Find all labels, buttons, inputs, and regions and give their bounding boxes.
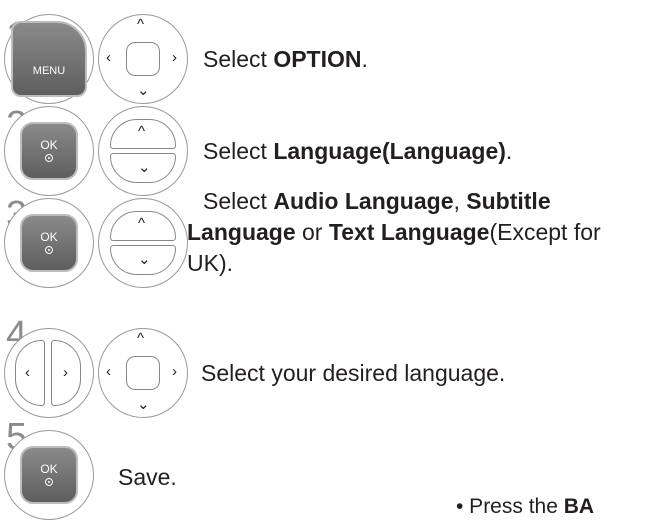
- up-down-keys[interactable]: ^ ⌄: [98, 106, 188, 196]
- left-right-keys[interactable]: ‹ ›: [4, 328, 94, 418]
- up-key[interactable]: ^: [110, 119, 176, 149]
- up-down-keys[interactable]: ^ ⌄: [98, 198, 188, 288]
- nav-center-button[interactable]: [126, 42, 160, 76]
- text-part: Select: [203, 46, 274, 72]
- ok-key[interactable]: OK: [20, 446, 78, 504]
- text-part-bold: OPTION: [273, 46, 362, 72]
- step-4-text: Select your desired language.: [201, 358, 505, 389]
- ok-key-label: OK: [40, 230, 58, 244]
- left-arrow-icon: ‹: [106, 363, 111, 380]
- ok-key-label: OK: [40, 138, 58, 152]
- text-part: Select your desired language.: [201, 360, 506, 386]
- ok-dot-icon: [45, 478, 53, 486]
- right-arrow-icon: ›: [63, 364, 68, 381]
- left-arrow-icon: ‹: [25, 364, 30, 381]
- step-4: 4 ‹ › ^ ⌄ ‹ › Select your desired langua…: [0, 308, 649, 418]
- step-5-text: Save.: [118, 462, 177, 493]
- ok-key[interactable]: OK: [20, 122, 78, 180]
- up-arrow-icon: ^: [138, 215, 146, 232]
- text-part: Select: [203, 188, 274, 214]
- up-arrow-icon: ^: [137, 330, 145, 347]
- text-part-bold: Text Language: [328, 219, 490, 245]
- text-part: Select: [203, 138, 274, 164]
- text-part-bold: Audio Language: [273, 188, 454, 214]
- right-key[interactable]: ›: [51, 340, 81, 406]
- text-part: ,: [453, 188, 467, 214]
- up-arrow-icon: ^: [137, 16, 145, 33]
- nav-center-button[interactable]: [126, 356, 160, 390]
- text-part: or: [295, 219, 329, 245]
- left-key[interactable]: ‹: [15, 340, 45, 406]
- footer-note-prefix: • Press the: [456, 495, 564, 518]
- navigation-pad[interactable]: ^ ⌄ ‹ ›: [98, 14, 188, 104]
- text-part: .: [361, 46, 368, 72]
- menu-key-label: MENU: [32, 65, 66, 77]
- step-2-text: Select Language(Language).: [203, 136, 512, 167]
- text-part: Save.: [118, 464, 177, 490]
- text-part: .: [505, 138, 513, 164]
- right-arrow-icon: ›: [172, 49, 177, 66]
- footer-note-bold: BA: [563, 495, 595, 518]
- ok-key[interactable]: OK: [20, 214, 78, 272]
- footer-note: • Press the BA: [456, 495, 594, 519]
- down-key[interactable]: ⌄: [110, 245, 176, 275]
- ok-dot-icon: [45, 154, 53, 162]
- step-1: 1 MENU ^ ⌄ ‹ › Select OPTION.: [0, 0, 649, 104]
- right-arrow-icon: ›: [172, 363, 177, 380]
- down-arrow-icon: ⌄: [138, 251, 151, 268]
- ok-key-label: OK: [40, 462, 58, 476]
- up-arrow-icon: ^: [138, 123, 146, 140]
- left-arrow-icon: ‹: [106, 49, 111, 66]
- menu-key[interactable]: MENU: [11, 21, 87, 97]
- step-1-text: Select OPTION.: [203, 44, 368, 75]
- text-part-bold: Language(Language): [273, 138, 506, 164]
- down-key[interactable]: ⌄: [110, 153, 176, 183]
- step-3-text: Select Audio Language, Subtitle Language…: [187, 186, 637, 279]
- down-arrow-icon: ⌄: [138, 159, 151, 176]
- down-arrow-icon: ⌄: [137, 82, 150, 99]
- ok-dot-icon: [45, 246, 53, 254]
- navigation-pad[interactable]: ^ ⌄ ‹ ›: [98, 328, 188, 418]
- up-key[interactable]: ^: [110, 211, 176, 241]
- step-3: 3 OK ^ ⌄ Select Audio Language, Subtitle…: [0, 188, 649, 308]
